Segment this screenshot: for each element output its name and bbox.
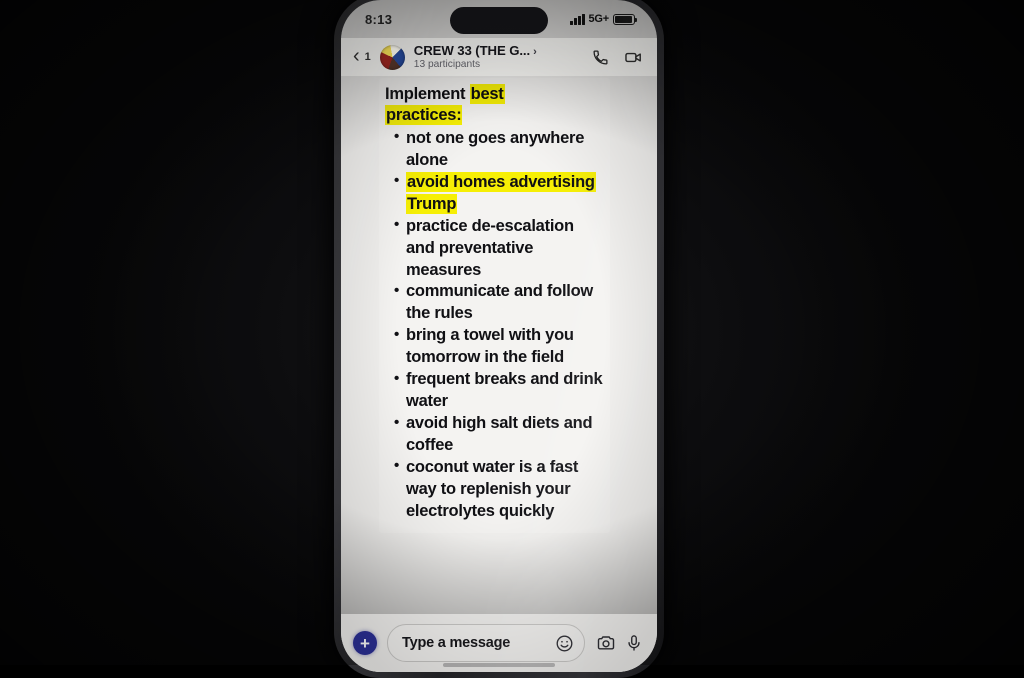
add-attachment-button[interactable]: + — [353, 631, 377, 655]
bullet-text: bring a towel with you tomorrow in the f… — [406, 326, 574, 367]
conversation-area[interactable]: Implement best practices: not one goes a… — [341, 76, 657, 614]
list-item: not one goes anywhere alone — [394, 127, 604, 172]
bullet-text: practice de-escalation and preventative … — [406, 216, 574, 279]
participants-count: 13 participants — [413, 59, 481, 71]
list-item: communicate and follow the rules — [394, 281, 604, 325]
bullet-text: avoid homes advertising Trump — [406, 171, 596, 214]
list-item: coconut water is a fast way to replenish… — [394, 456, 604, 523]
video-camera-icon[interactable] — [624, 48, 643, 67]
group-avatar[interactable] — [379, 44, 405, 70]
message-title-highlight-1: best — [469, 84, 505, 104]
bullet-text: avoid high salt diets and coffee — [406, 414, 593, 454]
chat-title-text: CREW 33 (THE G... — [413, 43, 531, 58]
chat-title-block[interactable]: CREW 33 (THE G... › 13 participants — [414, 44, 586, 71]
bullet-text: not one goes anywhere alone — [406, 128, 585, 169]
status-clock: 8:13 — [365, 11, 393, 27]
smiley-face-icon[interactable] — [555, 634, 574, 653]
message-title-highlight-2: practices: — [385, 105, 463, 126]
message-bullet-list: not one goes anywhere alone avoid homes … — [385, 127, 604, 523]
back-button[interactable]: ‹ 1 — [353, 45, 371, 67]
list-item: avoid high salt diets and coffee — [394, 413, 604, 457]
bullet-text: communicate and follow the rules — [406, 282, 594, 323]
microphone-icon[interactable] — [625, 634, 643, 652]
status-indicators: 5G+ — [569, 13, 638, 25]
unread-count-badge: 1 — [364, 51, 371, 63]
home-indicator — [443, 663, 555, 667]
bullet-text: coconut water is a fast way to replenish… — [406, 457, 579, 520]
chat-header: ‹ 1 CREW 33 (THE G... › 13 participants — [341, 38, 657, 76]
message-bubble[interactable]: Implement best practices: not one goes a… — [379, 78, 610, 533]
list-item: practice de-escalation and preventative … — [394, 215, 604, 282]
header-actions — [592, 48, 643, 67]
list-item: avoid homes advertising Trump — [394, 171, 604, 216]
list-item: frequent breaks and drink water — [394, 369, 604, 413]
message-input-pill[interactable]: Type a message — [387, 624, 585, 662]
network-label: 5G+ — [588, 13, 610, 25]
message-title: Implement best practices: — [385, 84, 604, 127]
chat-title: CREW 33 (THE G... › — [414, 44, 586, 59]
status-bar: 8:13 5G+ — [341, 0, 657, 38]
battery-icon — [613, 13, 638, 25]
message-title-plain: Implement — [385, 85, 470, 103]
chevron-left-icon: ‹ — [353, 45, 360, 67]
message-input[interactable]: Type a message — [402, 635, 545, 651]
camera-icon[interactable] — [596, 633, 616, 653]
phone-icon[interactable] — [592, 49, 609, 66]
signal-bars-icon — [569, 13, 585, 25]
phone-screen: 8:13 5G+ ‹ 1 CREW 33 (THE G... › 13 parti… — [341, 0, 657, 672]
bullet-text: frequent breaks and drink water — [406, 370, 603, 411]
dynamic-island — [450, 7, 548, 34]
list-item: bring a towel with you tomorrow in the f… — [394, 325, 604, 369]
chevron-right-icon: › — [533, 45, 537, 58]
